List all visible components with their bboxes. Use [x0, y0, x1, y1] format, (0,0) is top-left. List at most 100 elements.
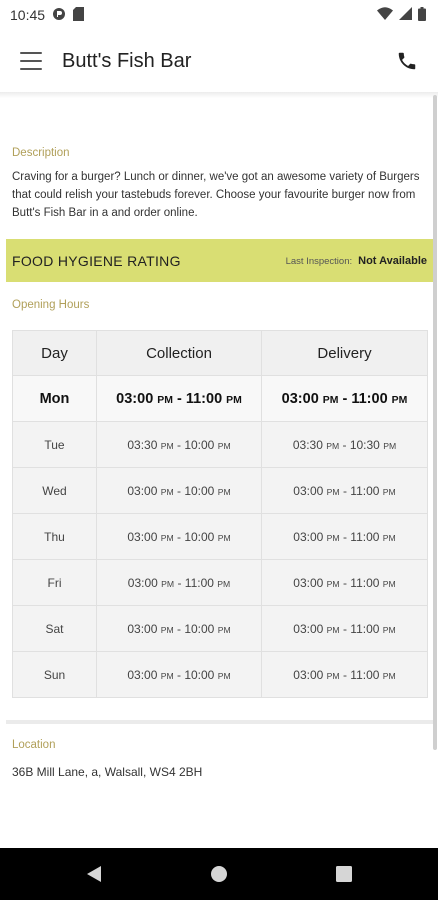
time-separator: -: [339, 437, 350, 452]
day-cell: Mon: [12, 375, 97, 422]
time-separator: -: [338, 390, 352, 407]
time-period: PM: [217, 486, 231, 497]
time-period: PM: [382, 486, 396, 497]
delivery-time-cell: 03:00 PM - 11:00 PM: [261, 467, 428, 514]
time-separator: -: [339, 621, 351, 636]
table-row: Thu 03:00 PM - 10:00 PM 03:00 PM - 11:00 P…: [12, 513, 428, 560]
time-value: 03:00: [293, 529, 324, 544]
time-period: PM: [326, 578, 340, 589]
day-cell: Sat: [12, 605, 97, 652]
delivery-time-cell: 03:00 PM - 11:00 PM: [261, 559, 428, 606]
time-period: PM: [326, 486, 340, 497]
delivery-time-cell: 03:00 PM - 11:00 PM: [261, 605, 428, 652]
day-cell: Sun: [12, 651, 97, 698]
time-period: PM: [160, 486, 174, 497]
opening-hours-label: Opening Hours: [12, 299, 90, 311]
description-label: Description: [12, 147, 70, 159]
hygiene-rating-bar: FOOD HYGIENE RATING Last Inspection: Not…: [6, 239, 434, 282]
time-period: PM: [217, 624, 231, 635]
time-value: 10:30: [349, 437, 380, 452]
day-cell: Tue: [12, 421, 97, 468]
sd-card-icon: [73, 6, 85, 24]
time-period: PM: [160, 440, 174, 451]
app-bar-shadow: [0, 92, 438, 98]
description-text: Craving for a burger? Lunch or dinner, w…: [12, 171, 420, 219]
wifi-icon: [377, 7, 393, 23]
collection-time-cell: 03:30 PM - 10:00 PM: [96, 421, 262, 468]
collection-time-cell: 03:00 PM - 11:00 PM: [96, 559, 262, 606]
time-value: 10:00: [184, 621, 215, 636]
table-row: Tue 03:30 PM - 10:00 PM 03:30 PM - 10:30 P…: [12, 421, 428, 468]
time-value: 03:00: [293, 621, 324, 636]
scrollbar[interactable]: [433, 95, 437, 750]
time-period: PM: [391, 394, 408, 406]
header-delivery: Delivery: [261, 330, 428, 376]
time-value: 11:00: [351, 390, 388, 407]
time-value: 03:30: [292, 437, 323, 452]
time-value: 03:00: [116, 390, 154, 407]
time-value: 11:00: [350, 621, 380, 636]
time-value: 11:00: [350, 575, 380, 590]
menu-icon[interactable]: [20, 52, 42, 70]
time-value: 10:00: [184, 437, 215, 452]
signal-icon: [399, 7, 412, 23]
time-period: PM: [382, 624, 396, 635]
time-value: 03:00: [127, 529, 158, 544]
time-value: 11:00: [185, 390, 223, 407]
time-period: PM: [161, 578, 175, 589]
collection-time-cell: 03:00 PM - 10:00 PM: [96, 467, 262, 514]
last-inspection-label: Last Inspection:: [285, 255, 353, 267]
time-value: 03:00: [293, 667, 324, 682]
time-period: PM: [322, 394, 339, 406]
time-value: 03:00: [127, 621, 158, 636]
table-row: Wed 03:00 PM - 10:00 PM 03:00 PM - 11:00 P…: [12, 467, 428, 514]
restaurant-info[interactable]: Description Craving for a burger? Lunch …: [0, 92, 438, 848]
time-period: PM: [382, 670, 396, 681]
time-value: 03:00: [293, 483, 324, 498]
time-period: PM: [383, 440, 397, 451]
data-saver-icon: [52, 7, 66, 24]
opening-hours-table: Day Collection Delivery Mon 03:00 PM - 11…: [12, 330, 428, 698]
back-icon[interactable]: [80, 860, 108, 888]
collection-time-cell: 03:00 PM - 11:00 PM: [96, 375, 262, 422]
table-row: Mon 03:00 PM - 11:00 PM 03:00 PM - 11:00 P…: [12, 375, 428, 422]
time-separator: -: [173, 437, 185, 452]
time-value: 03:30: [127, 437, 158, 452]
hygiene-title: FOOD HYGIENE RATING: [12, 252, 181, 269]
status-bar: 10:45: [0, 0, 438, 30]
recents-icon[interactable]: [330, 860, 358, 888]
time-separator: -: [339, 575, 351, 590]
time-separator: -: [173, 483, 185, 498]
phone-icon[interactable]: [394, 48, 420, 74]
time-period: PM: [217, 670, 231, 681]
time-period: PM: [160, 624, 174, 635]
collection-time-cell: 03:00 PM - 10:00 PM: [96, 651, 262, 698]
day-cell: Wed: [12, 467, 97, 514]
location-label: Location: [12, 739, 56, 751]
time-period: PM: [326, 440, 340, 451]
header-day: Day: [12, 330, 97, 376]
home-icon[interactable]: [205, 860, 233, 888]
time-value: 10:00: [184, 483, 215, 498]
time-separator: -: [173, 621, 185, 636]
location-address: 36B Mill Lane, a, Walsall, WS4 2BH: [12, 765, 203, 779]
time-value: 10:00: [184, 529, 215, 544]
app-bar: Butt's Fish Bar: [0, 30, 438, 92]
delivery-time-cell: 03:00 PM - 11:00 PM: [261, 513, 428, 560]
time-period: PM: [217, 440, 231, 451]
table-header-row: Day Collection Delivery: [12, 330, 428, 376]
time-value: 03:00: [127, 575, 158, 590]
time-period: PM: [160, 532, 174, 543]
time-value: 03:00: [127, 483, 158, 498]
time-period: PM: [217, 578, 231, 589]
time-period: PM: [226, 394, 242, 406]
time-period: PM: [217, 532, 231, 543]
time-separator: -: [339, 483, 351, 498]
time-separator: -: [173, 667, 185, 682]
time-period: PM: [326, 670, 340, 681]
time-separator: -: [339, 667, 351, 682]
time-period: PM: [382, 578, 396, 589]
time-value: 11:00: [350, 529, 380, 544]
time-value: 10:00: [184, 667, 215, 682]
last-inspection-value: Not Available: [358, 254, 427, 267]
